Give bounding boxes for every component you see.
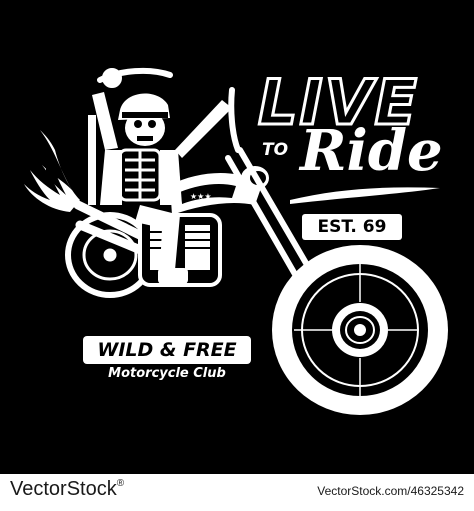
footer-brand: VectorStock® bbox=[10, 478, 124, 501]
est-badge: EST. 69 bbox=[302, 214, 402, 240]
club-subtitle: Motorcycle Club bbox=[108, 366, 226, 381]
wild-free-banner: WILD & FREE bbox=[83, 336, 251, 364]
svg-text:★★★: ★★★ bbox=[190, 192, 212, 201]
headline-to: TO bbox=[262, 140, 289, 160]
footer-image-id: VectorStock.com/46325342 bbox=[317, 484, 464, 498]
headline-ride: Ride bbox=[300, 118, 443, 184]
footer-brand-text: VectorStock bbox=[10, 478, 117, 500]
footer-reg-mark: ® bbox=[116, 478, 125, 489]
ride-underline-swoosh bbox=[290, 187, 440, 204]
exhaust-flames bbox=[24, 130, 80, 212]
front-wheel bbox=[272, 245, 448, 415]
